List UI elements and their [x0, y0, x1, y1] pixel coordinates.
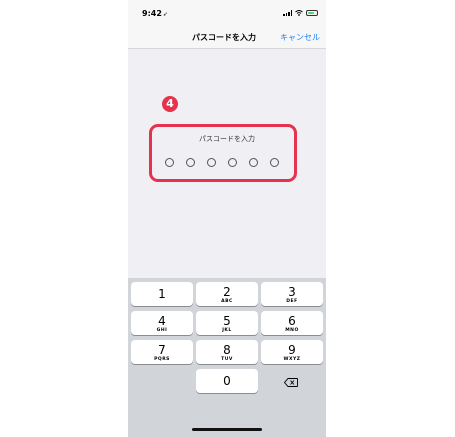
status-icons	[283, 10, 318, 16]
key-letters: MNO	[285, 328, 299, 333]
key-number: 5	[223, 314, 231, 328]
key-7[interactable]: 7 PQRS	[131, 340, 193, 364]
key-number: 1	[158, 287, 166, 301]
cancel-button[interactable]: キャンセル	[280, 32, 320, 43]
status-bar: 9:42➶	[128, 0, 326, 26]
key-8[interactable]: 8 TUV	[196, 340, 258, 364]
passcode-dot	[165, 158, 174, 167]
key-2[interactable]: 2 ABC	[196, 282, 258, 306]
nav-bar: パスコードを入力 キャンセル	[128, 26, 326, 49]
nav-title: パスコードを入力	[192, 33, 256, 42]
key-letters: TUV	[221, 357, 233, 362]
key-letters: JKL	[222, 328, 232, 333]
battery-icon	[306, 10, 318, 16]
passcode-dot	[249, 158, 258, 167]
key-3[interactable]: 3 DEF	[261, 282, 323, 306]
passcode-prompt: パスコードを入力	[199, 135, 255, 143]
key-5[interactable]: 5 JKL	[196, 311, 258, 335]
key-4[interactable]: 4 GHI	[131, 311, 193, 335]
location-icon: ➶	[162, 11, 168, 18]
key-6[interactable]: 6 MNO	[261, 311, 323, 335]
key-9[interactable]: 9 WXYZ	[261, 340, 323, 364]
passcode-dots	[165, 158, 279, 167]
key-number: 4	[158, 314, 166, 328]
wifi-icon	[295, 10, 303, 16]
key-number: 3	[288, 285, 296, 299]
status-time: 9:42➶	[142, 9, 168, 18]
key-letters: PQRS	[154, 357, 170, 362]
key-letters: WXYZ	[283, 357, 301, 362]
signal-icon	[283, 10, 292, 16]
step-badge: 4	[162, 96, 178, 112]
key-letters: GHI	[156, 328, 168, 333]
key-1[interactable]: 1	[131, 282, 193, 306]
key-number: 9	[288, 343, 296, 357]
numeric-keypad: 1 2 ABC 3 DEF 4 GHI 5 JKL 6 MNO 7 PQRS 8…	[128, 278, 326, 437]
passcode-dot	[270, 158, 279, 167]
key-0[interactable]: 0	[196, 369, 258, 393]
key-number: 0	[223, 374, 231, 388]
key-number: 6	[288, 314, 296, 328]
phone-screen: 9:42➶ パスコードを入力 キャンセル 4 パスコードを入力 1 2 ABC …	[128, 0, 326, 437]
key-number: 7	[158, 343, 166, 357]
highlight-box	[149, 124, 297, 182]
key-letters: ABC	[221, 299, 233, 304]
key-letters: DEF	[286, 299, 298, 304]
key-number: 8	[223, 343, 231, 357]
delete-key-icon[interactable]	[284, 378, 298, 387]
passcode-dot	[207, 158, 216, 167]
passcode-dot	[186, 158, 195, 167]
home-indicator	[192, 428, 262, 431]
key-number: 2	[223, 285, 231, 299]
passcode-dot	[228, 158, 237, 167]
